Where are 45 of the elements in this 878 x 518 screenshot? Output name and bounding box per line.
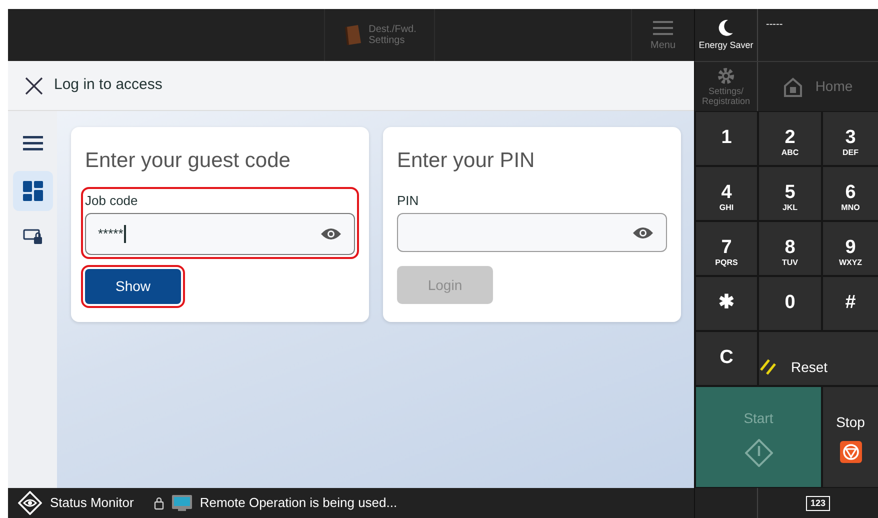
dashboard-icon [22, 181, 42, 201]
status-message: Remote Operation is being used... [200, 494, 398, 512]
diamond-icon [744, 438, 772, 466]
gear-icon [717, 66, 735, 85]
keypad-key[interactable]: ✱ [695, 276, 758, 331]
card-lock-icon [22, 227, 42, 247]
keypad-key[interactable]: 2 ABC [758, 111, 822, 166]
keypad-key[interactable]: 6 MNO [822, 166, 878, 221]
show-button[interactable]: Show [85, 269, 181, 304]
eye-icon [320, 227, 342, 241]
field-label: PIN [397, 192, 419, 210]
stop-button[interactable]: Stop [822, 386, 878, 488]
stop-icon [840, 440, 862, 462]
keypad-key[interactable]: C [695, 331, 758, 386]
keypad-key[interactable]: 3 DEF [822, 111, 878, 166]
keypad-key[interactable]: 8 TUV [758, 221, 822, 276]
eye-icon [632, 226, 654, 240]
reset-slash-icon [759, 358, 779, 376]
keypad-key[interactable]: 7 PQRS [695, 221, 758, 276]
status-monitor-button[interactable]: Status Monitor [8, 488, 144, 518]
field-label: Job code [85, 192, 138, 210]
keypad-key[interactable]: # [822, 276, 878, 331]
moon-icon [718, 19, 734, 38]
monitor-icon [172, 495, 192, 511]
keyboard-button[interactable]: 123 [806, 496, 830, 510]
login-button: Login [397, 266, 493, 304]
reset-button[interactable]: Reset [758, 331, 878, 386]
keypad-key[interactable]: 4 GHI [695, 166, 758, 221]
status-text: ----- [766, 18, 783, 32]
card-title: Enter your PIN [397, 148, 536, 174]
page-title: Log in to access [54, 75, 162, 96]
keypad-key[interactable]: 9 WXYZ [822, 221, 878, 276]
keypad-key[interactable]: 1 [695, 111, 758, 166]
menu-icon [653, 20, 673, 36]
eye-diamond-icon [18, 491, 42, 515]
password-field[interactable] [397, 213, 667, 252]
address-book-icon [342, 24, 363, 46]
lock-icon [154, 496, 164, 510]
keypad-key[interactable]: 5 JKL [758, 166, 822, 221]
card-title: Enter your guest code [85, 148, 292, 174]
house-icon [783, 76, 804, 96]
keypad-key[interactable]: 0 [758, 276, 822, 331]
close-button[interactable] [24, 76, 44, 96]
password-field[interactable]: ***** [85, 213, 355, 255]
dashboard-tab[interactable] [12, 171, 52, 211]
